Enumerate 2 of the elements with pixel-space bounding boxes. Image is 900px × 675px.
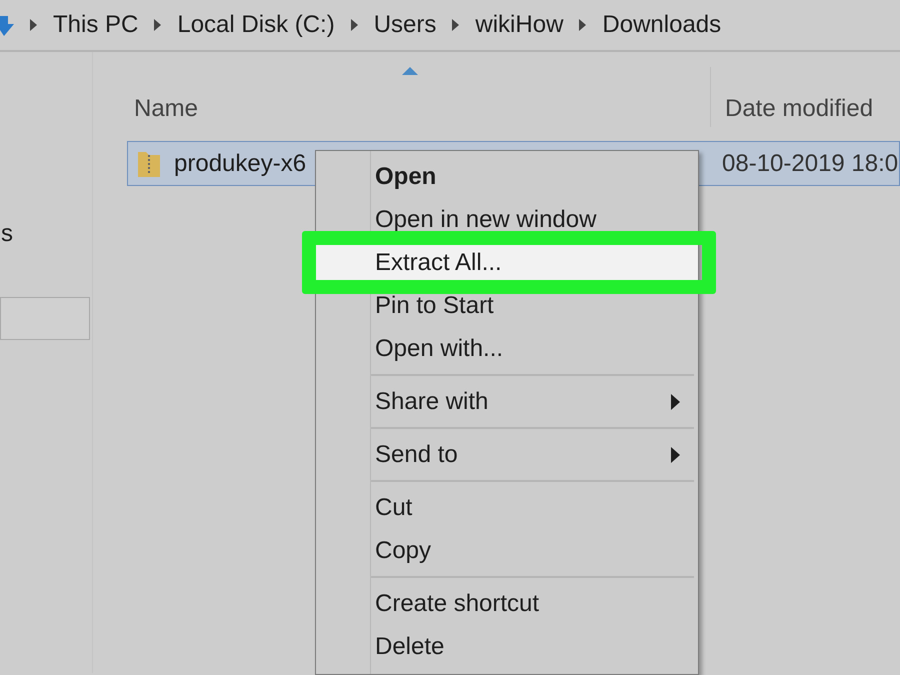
date-modified: 08-10-2019 18:0	[722, 148, 898, 178]
file-name: produkey-x6	[174, 148, 306, 178]
